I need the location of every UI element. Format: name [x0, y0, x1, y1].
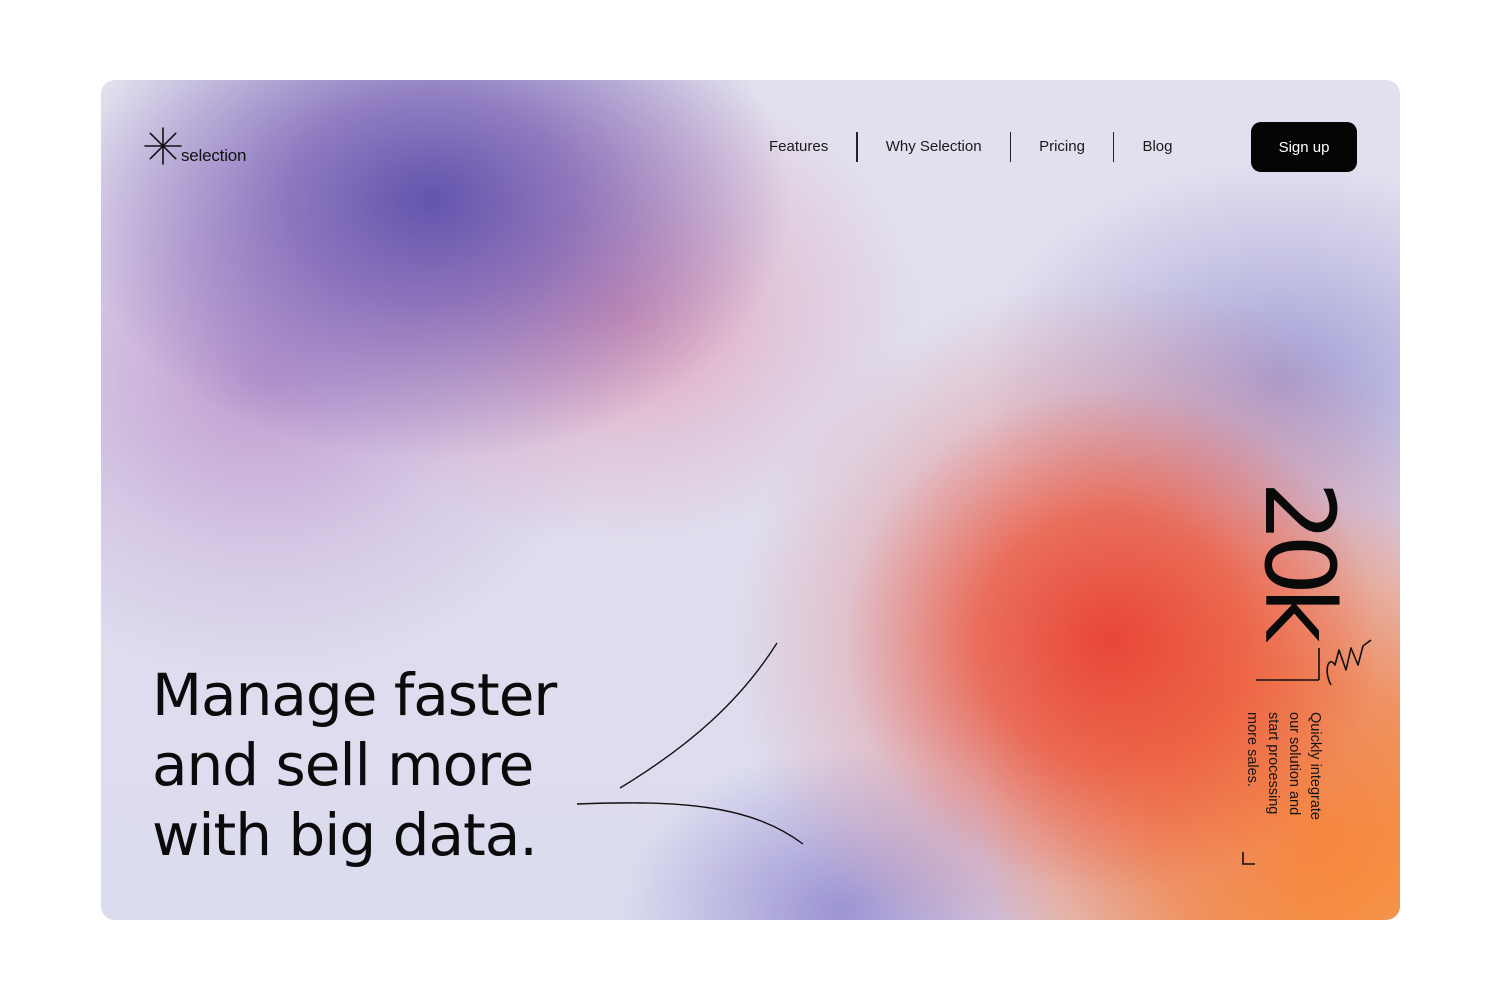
headline-line: Manage faster: [152, 661, 557, 729]
stat-number-text: 20k: [1243, 481, 1355, 635]
stat-description-line: our solution and: [1286, 712, 1302, 816]
stat-value: 20k: [1243, 468, 1355, 648]
logo[interactable]: selection: [143, 126, 246, 166]
headline-line: with big data.: [152, 801, 538, 869]
stat-description: Quickly integrate our solution and start…: [1244, 712, 1325, 860]
main-nav: Features Why Selection Pricing Blog: [741, 132, 1200, 162]
hero-card: selection Features Why Selection Pricing…: [101, 80, 1400, 920]
nav-item-features[interactable]: Features: [741, 132, 856, 162]
nav-item-why-selection[interactable]: Why Selection: [858, 132, 1010, 162]
stat-description-line: Quickly integrate: [1307, 712, 1323, 820]
asterisk-icon: [144, 127, 182, 165]
stat-description-line: start processing: [1265, 712, 1281, 815]
nav-item-pricing[interactable]: Pricing: [1011, 132, 1113, 162]
headline-line: and sell more: [152, 731, 534, 799]
sign-up-button[interactable]: Sign up: [1251, 122, 1357, 172]
hero-headline: Manage faster and sell more with big dat…: [152, 660, 712, 870]
brand-name: selection: [181, 146, 247, 165]
stat-description-line: more sales.: [1244, 712, 1260, 787]
nav-item-blog[interactable]: Blog: [1114, 132, 1200, 162]
